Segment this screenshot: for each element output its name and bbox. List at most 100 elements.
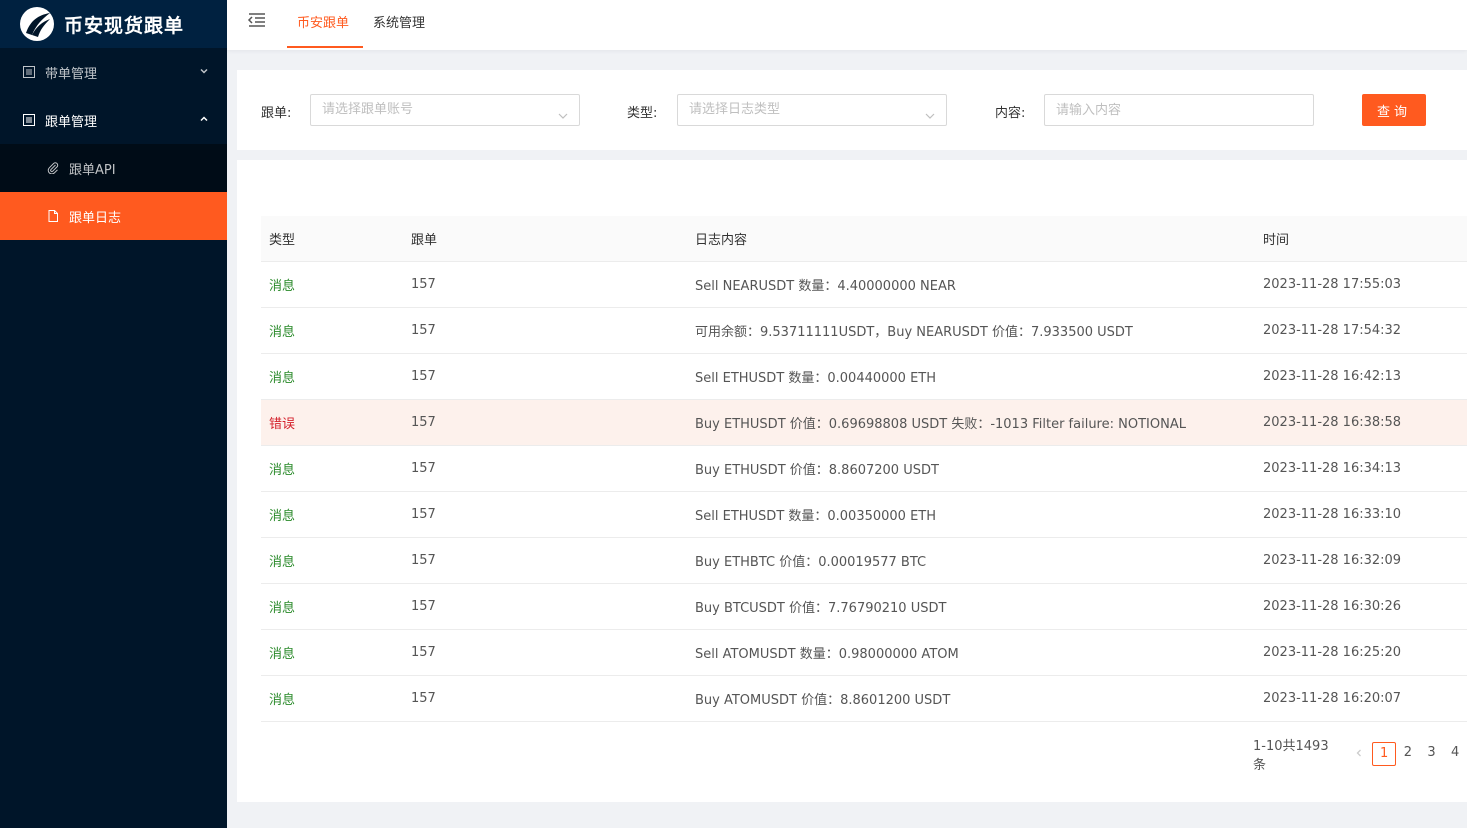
chevron-down-icon bbox=[199, 65, 209, 80]
sidebar-item-label: 跟单日志 bbox=[69, 210, 122, 226]
content-input[interactable] bbox=[1044, 94, 1314, 126]
table-row: 消息 157 Sell NEARUSDT 数量：4.40000000 NEAR 202… bbox=[261, 262, 1467, 308]
cell-content: Sell NEARUSDT 数量：4.40000000 NEAR bbox=[695, 279, 956, 294]
log-table-panel: 类型 跟单 日志内容 时间 消息 157 Sell NEARUSDT 数量：4.40… bbox=[237, 160, 1467, 802]
cell-time: 2023-11-28 16:30:26 bbox=[1263, 599, 1402, 614]
table-body: 消息 157 Sell NEARUSDT 数量：4.40000000 NEAR 202… bbox=[261, 262, 1467, 722]
table-row: 消息 157 Buy ETHBTC 价值：0.00019577 BTC 2023-11… bbox=[261, 538, 1467, 584]
search-panel: 跟单: 请选择跟单账号 类型: 请选择日志类型 内容: 查询 bbox=[237, 70, 1467, 150]
pagination: 1-10共1493条 1 2 3 4 bbox=[1253, 739, 1467, 773]
cell-follow: 157 bbox=[411, 507, 436, 522]
log-type-select[interactable]: 请选择日志类型 bbox=[677, 94, 947, 126]
table-row: 消息 157 Sell ETHUSDT 数量：0.00440000 ETH 2023-… bbox=[261, 354, 1467, 400]
cell-follow: 157 bbox=[411, 369, 436, 384]
follow-account-select[interactable]: 请选择跟单账号 bbox=[310, 94, 580, 126]
select-placeholder: 请选择日志类型 bbox=[689, 102, 781, 117]
tab-system-management[interactable]: 系统管理 bbox=[373, 12, 425, 31]
cell-type: 消息 bbox=[269, 463, 296, 478]
cell-time: 2023-11-28 16:20:07 bbox=[1263, 691, 1402, 706]
table-row: 消息 157 Sell ATOMUSDT 数量：0.98000000 ATOM 202… bbox=[261, 630, 1467, 676]
cell-content: Buy ETHUSDT 价值：0.69698808 USDT 失败：-1013 … bbox=[695, 417, 1186, 432]
cell-time: 2023-11-28 16:32:09 bbox=[1263, 553, 1402, 568]
cell-time: 2023-11-28 16:42:13 bbox=[1263, 369, 1402, 384]
table-row: 消息 157 Sell ETHUSDT 数量：0.00350000 ETH 2023-… bbox=[261, 492, 1467, 538]
list-icon bbox=[22, 114, 35, 127]
cell-content: Buy ETHUSDT 价值：8.8607200 USDT bbox=[695, 463, 939, 478]
table-header-row: 类型 跟单 日志内容 时间 bbox=[261, 216, 1467, 262]
column-header-content: 日志内容 bbox=[695, 233, 748, 248]
chevron-left-icon[interactable] bbox=[1354, 747, 1364, 762]
cell-type: 消息 bbox=[269, 647, 296, 662]
cell-type: 消息 bbox=[269, 555, 296, 570]
cell-time: 2023-11-28 17:55:03 bbox=[1263, 277, 1402, 292]
menu-item-lead-management[interactable]: 带单管理 bbox=[0, 48, 227, 96]
active-tab-indicator bbox=[287, 46, 363, 48]
menu-fold-icon[interactable] bbox=[247, 12, 267, 32]
cell-time: 2023-11-28 16:25:20 bbox=[1263, 645, 1402, 660]
table-row: 消息 157 Buy BTCUSDT 价值：7.76790210 USDT 2023-… bbox=[261, 584, 1467, 630]
cell-time: 2023-11-28 16:38:58 bbox=[1263, 415, 1402, 430]
log-table: 类型 跟单 日志内容 时间 消息 157 Sell NEARUSDT 数量：4.40… bbox=[261, 216, 1467, 722]
cell-type: 错误 bbox=[269, 417, 296, 432]
cell-follow: 157 bbox=[411, 553, 436, 568]
chevron-up-icon bbox=[199, 113, 209, 128]
sidebar-item-follow-log[interactable]: 跟单日志 bbox=[0, 192, 227, 240]
column-header-time: 时间 bbox=[1263, 233, 1290, 248]
cell-content: 可用余额：9.53711111USDT，Buy NEARUSDT 价值：7.93… bbox=[695, 325, 1133, 340]
content-label: 内容: bbox=[995, 106, 1026, 121]
cell-type: 消息 bbox=[269, 325, 296, 340]
chevron-down-icon bbox=[924, 104, 936, 134]
sidebar-item-follow-api[interactable]: 跟单API bbox=[0, 144, 227, 192]
query-button[interactable]: 查询 bbox=[1362, 94, 1426, 126]
type-label: 类型: bbox=[627, 106, 658, 121]
cell-follow: 157 bbox=[411, 461, 436, 476]
cell-follow: 157 bbox=[411, 691, 436, 706]
logo-icon bbox=[20, 7, 54, 41]
cell-type: 消息 bbox=[269, 279, 296, 294]
page-3[interactable]: 3 bbox=[1420, 742, 1444, 766]
cell-time: 2023-11-28 16:34:13 bbox=[1263, 461, 1402, 476]
cell-time: 2023-11-28 17:54:32 bbox=[1263, 323, 1402, 338]
cell-type: 消息 bbox=[269, 371, 296, 386]
paperclip-icon bbox=[46, 162, 59, 175]
cell-content: Sell ATOMUSDT 数量：0.98000000 ATOM bbox=[695, 647, 959, 662]
cell-content: Buy ATOMUSDT 价值：8.8601200 USDT bbox=[695, 693, 951, 708]
app-logo[interactable]: 币安现货跟单 bbox=[0, 0, 227, 48]
cell-type: 消息 bbox=[269, 509, 296, 524]
menu-item-label: 跟单管理 bbox=[45, 114, 98, 130]
submenu-follow: 跟单API 跟单日志 bbox=[0, 144, 227, 240]
cell-type: 消息 bbox=[269, 601, 296, 616]
follow-label: 跟单: bbox=[261, 106, 292, 121]
app-title: 币安现货跟单 bbox=[64, 14, 185, 37]
file-icon bbox=[46, 210, 59, 223]
table-row: 消息 157 Buy ETHUSDT 价值：8.8607200 USDT 2023-1… bbox=[261, 446, 1467, 492]
page-4[interactable]: 4 bbox=[1443, 742, 1467, 766]
cell-content: Buy BTCUSDT 价值：7.76790210 USDT bbox=[695, 601, 947, 616]
cell-follow: 157 bbox=[411, 415, 436, 430]
select-placeholder: 请选择跟单账号 bbox=[322, 102, 414, 117]
cell-time: 2023-11-28 16:33:10 bbox=[1263, 507, 1402, 522]
cell-content: Sell ETHUSDT 数量：0.00440000 ETH bbox=[695, 371, 937, 386]
cell-follow: 157 bbox=[411, 645, 436, 660]
column-header-type: 类型 bbox=[269, 233, 296, 248]
cell-content: Sell ETHUSDT 数量：0.00350000 ETH bbox=[695, 509, 937, 524]
cell-content: Buy ETHBTC 价值：0.00019577 BTC bbox=[695, 555, 927, 570]
cell-follow: 157 bbox=[411, 323, 436, 338]
table-row: 错误 157 Buy ETHUSDT 价值：0.69698808 USDT 失败：-… bbox=[261, 400, 1467, 446]
top-header: 币安跟单 系统管理 bbox=[227, 0, 1467, 50]
page-1[interactable]: 1 bbox=[1372, 742, 1397, 766]
table-row: 消息 157 可用余额：9.53711111USDT，Buy NEARUSDT 价值… bbox=[261, 308, 1467, 354]
pagination-total: 1-10共1493条 bbox=[1253, 739, 1329, 773]
menu-item-follow-management[interactable]: 跟单管理 bbox=[0, 96, 227, 144]
cell-follow: 157 bbox=[411, 599, 436, 614]
sidebar-item-label: 跟单API bbox=[69, 162, 116, 178]
chevron-down-icon bbox=[557, 104, 569, 134]
sidebar: 币安现货跟单 带单管理 跟单管理 跟单API 跟单日志 bbox=[0, 0, 227, 828]
column-header-follow: 跟单 bbox=[411, 233, 438, 248]
page-2[interactable]: 2 bbox=[1396, 742, 1420, 766]
cell-follow: 157 bbox=[411, 277, 436, 292]
cell-type: 消息 bbox=[269, 693, 296, 708]
table-row: 消息 157 Buy ATOMUSDT 价值：8.8601200 USDT 2023-… bbox=[261, 676, 1467, 722]
tab-binance-follow[interactable]: 币安跟单 bbox=[297, 12, 349, 31]
menu-item-label: 带单管理 bbox=[45, 66, 98, 82]
